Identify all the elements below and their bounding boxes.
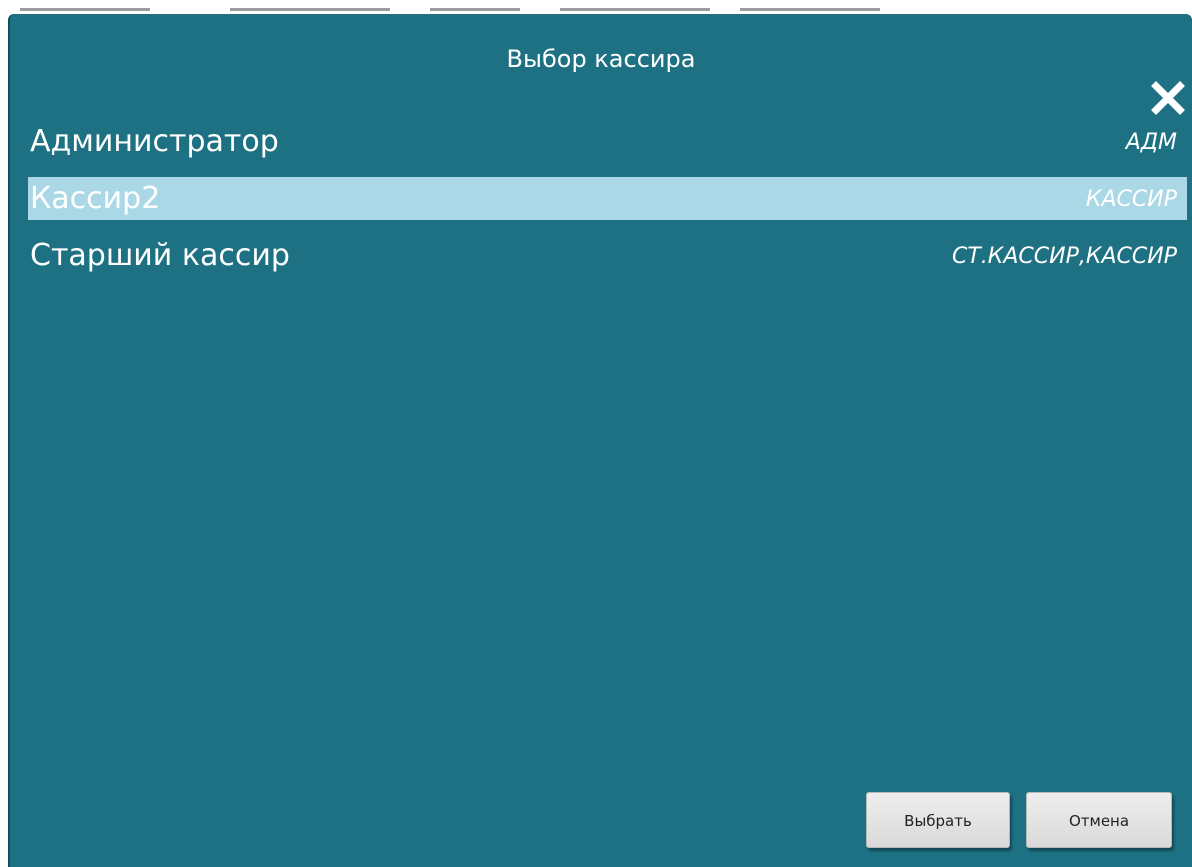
cashier-item-senior-cashier[interactable]: Старший кассир СТ.КАССИР,КАССИР bbox=[28, 234, 1187, 277]
cashier-selection-dialog: Выбор кассира Администратор АДМ Кассир2 … bbox=[8, 14, 1192, 867]
close-button[interactable] bbox=[1150, 76, 1186, 116]
cashier-role: КАССИР bbox=[1085, 187, 1177, 212]
select-button[interactable]: Выбрать bbox=[866, 792, 1010, 848]
cashier-list: Администратор АДМ Кассир2 КАССИР Старший… bbox=[28, 120, 1187, 291]
cashier-item-kassir2[interactable]: Кассир2 КАССИР bbox=[28, 177, 1187, 220]
cashier-name: Кассир2 bbox=[30, 181, 161, 216]
cashier-name: Старший кассир bbox=[30, 238, 290, 273]
cashier-name: Администратор bbox=[30, 124, 279, 159]
cancel-button[interactable]: Отмена bbox=[1026, 792, 1172, 848]
cashier-role: СТ.КАССИР,КАССИР bbox=[951, 244, 1177, 269]
cashier-item-administrator[interactable]: Администратор АДМ bbox=[28, 120, 1187, 163]
cashier-role: АДМ bbox=[1125, 130, 1177, 155]
background-window-strip bbox=[0, 0, 1192, 14]
dialog-title: Выбор кассира bbox=[506, 45, 696, 73]
close-icon bbox=[1151, 81, 1185, 115]
